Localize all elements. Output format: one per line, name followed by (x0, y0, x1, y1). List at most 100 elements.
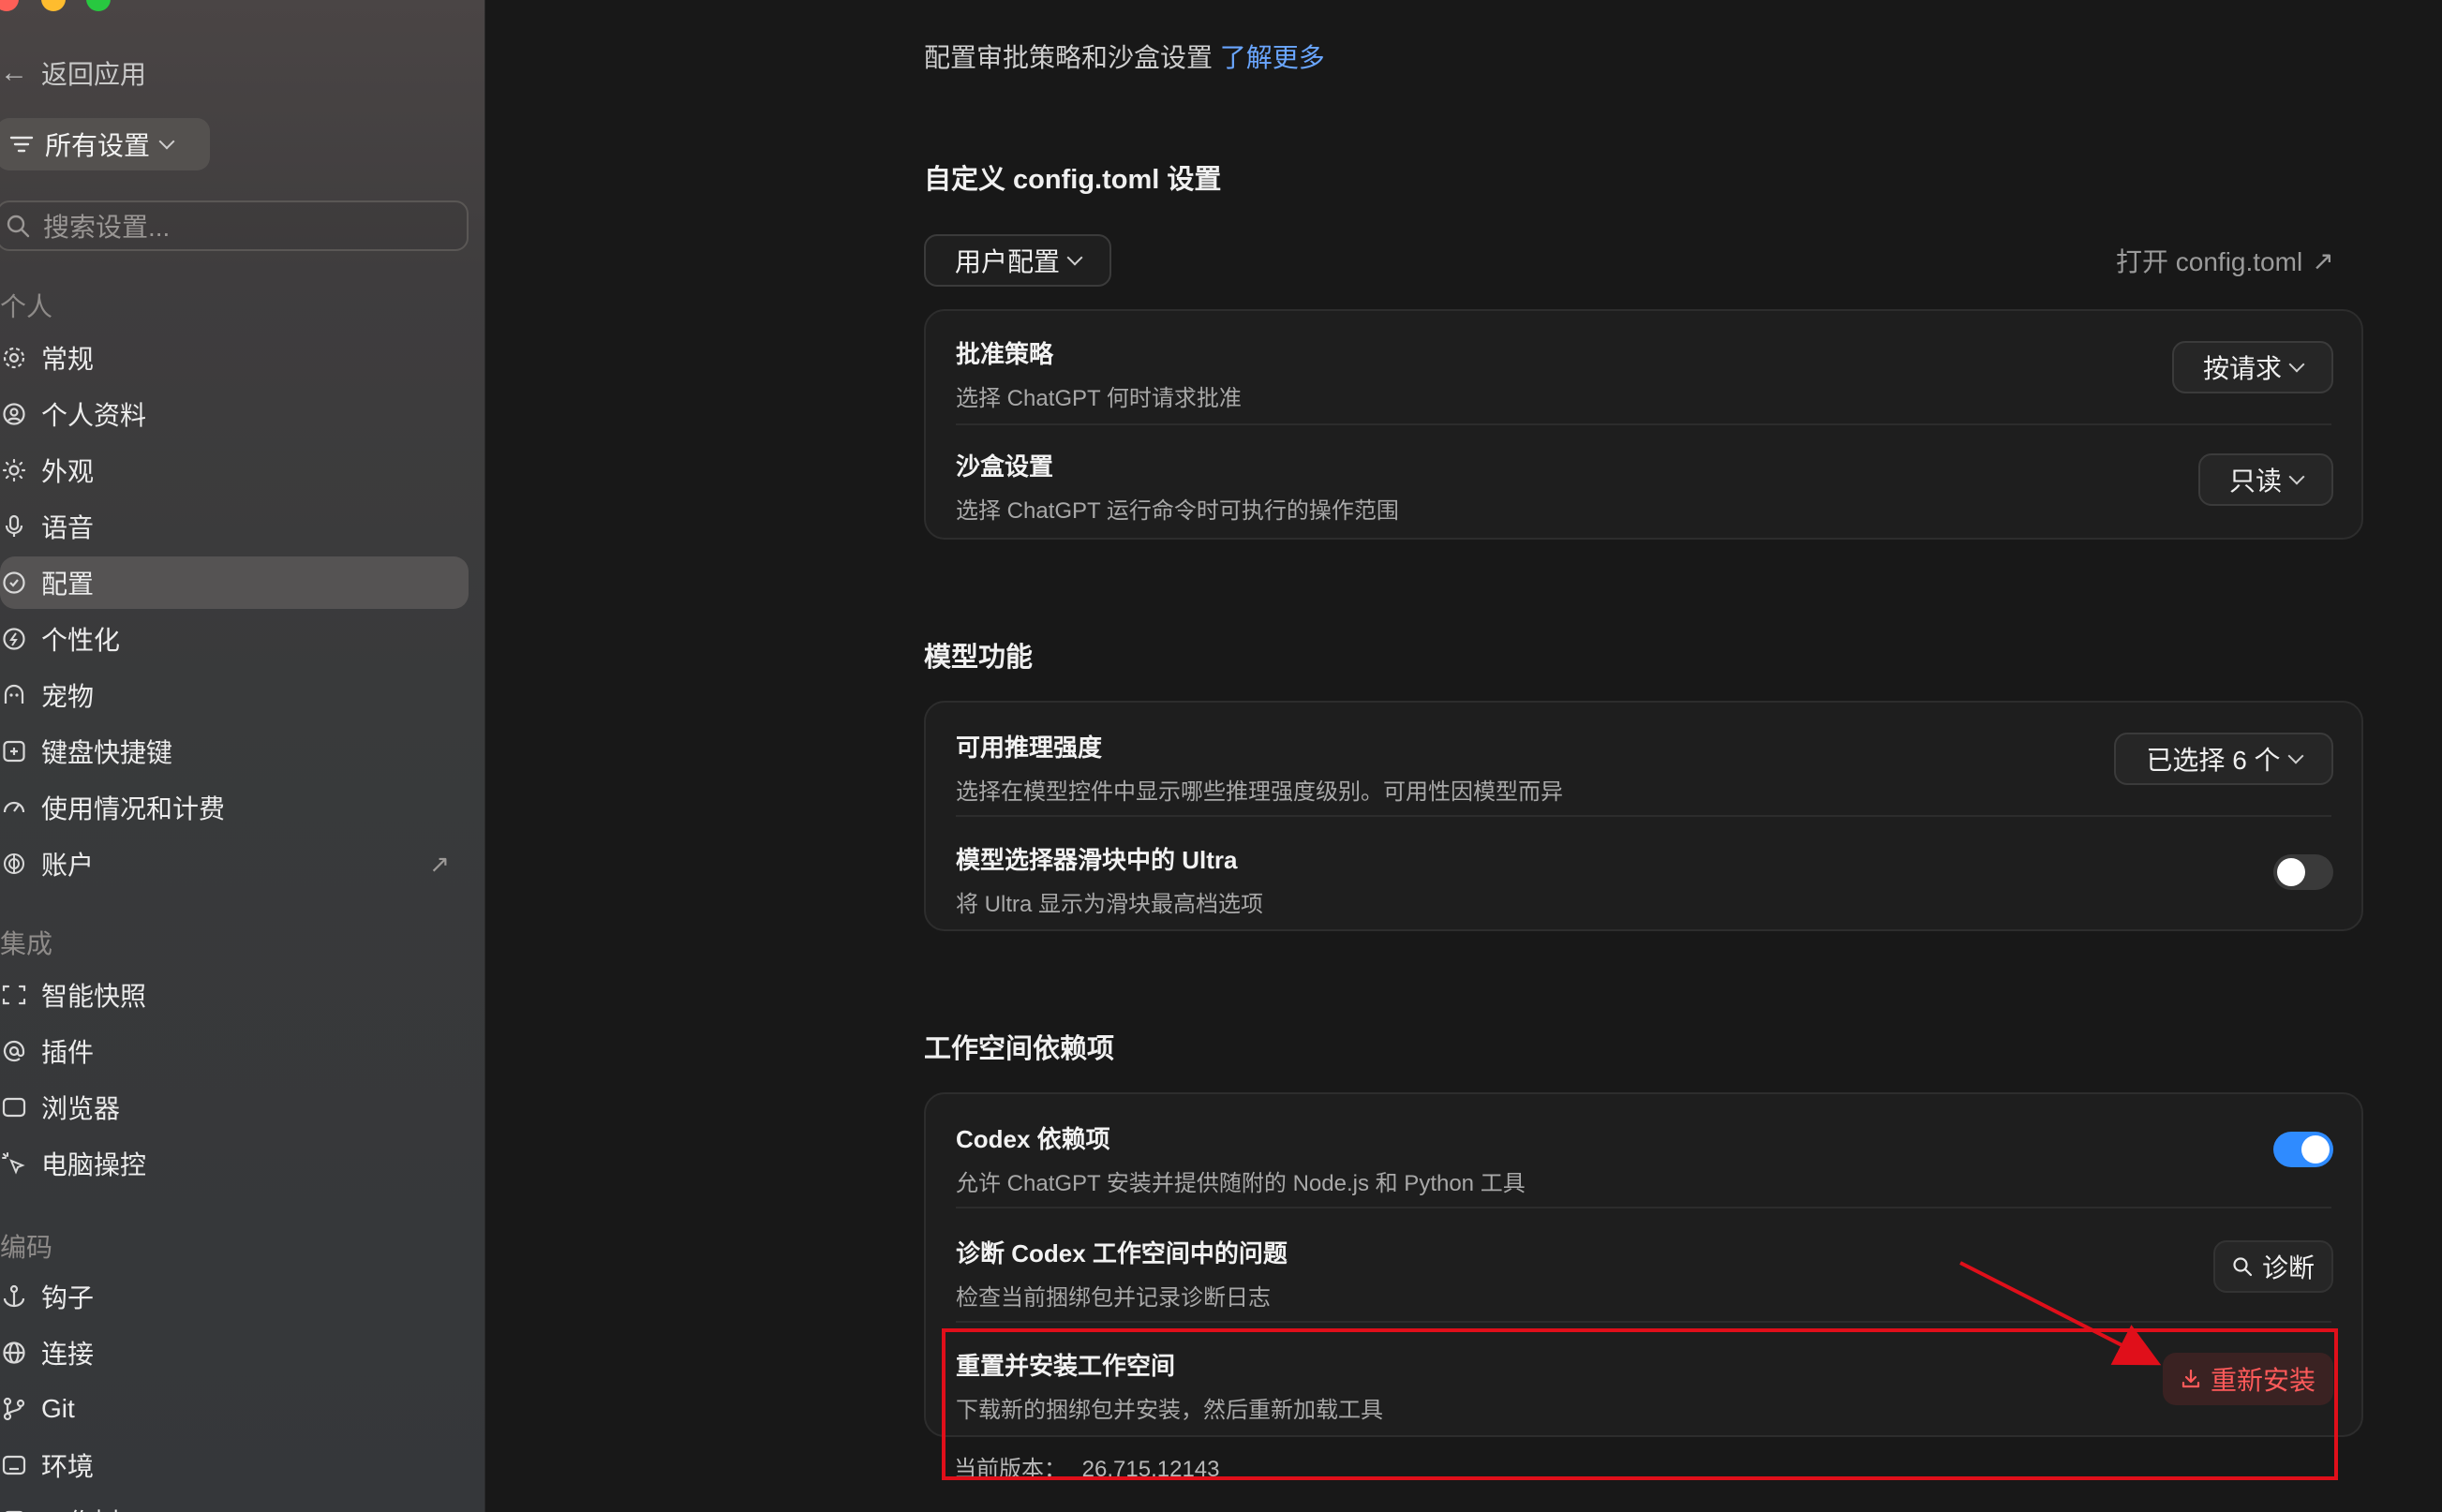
window-close-button[interactable] (0, 0, 19, 11)
divider (956, 815, 2331, 817)
sidebar-item-integrations-3[interactable]: 电脑操控 (0, 1137, 469, 1190)
search-placeholder: 搜索设置... (43, 213, 171, 242)
sidebar-item-personal-7[interactable]: 键盘快捷键 (0, 725, 469, 778)
dropdown-value: 按请求 (2202, 354, 2282, 383)
sidebar-item-integrations-0[interactable]: 智能快照 (0, 969, 469, 1021)
sidebar-item-label: 语音 (41, 513, 95, 542)
back-label: 返回应用 (41, 60, 147, 89)
sidebar-item-personal-0[interactable]: 常规 (0, 332, 469, 384)
sidebar-item-personal-6[interactable]: 宠物 (0, 669, 469, 721)
sidebar-item-coding-1[interactable]: 连接 (0, 1327, 469, 1379)
diagnose-button[interactable]: 诊断 (2213, 1240, 2333, 1293)
keyboard-icon (2, 739, 26, 763)
openai-icon (2, 852, 26, 876)
chevron-down-icon (1066, 249, 1083, 266)
sidebar-item-integrations-1[interactable]: 插件 (0, 1025, 469, 1077)
approval-policy-dropdown[interactable]: 按请求 (2172, 341, 2333, 393)
back-to-app-link[interactable]: ← 返回应用 (0, 54, 146, 92)
sidebar-item-personal-4[interactable]: 配置 (0, 556, 469, 609)
sidebar-item-personal-3[interactable]: 语音 (0, 500, 469, 553)
shield-icon (2, 571, 26, 595)
intro-text: 配置审批策略和沙盒设置 了解更多 (924, 37, 1325, 75)
open-config-link[interactable]: 打开 config.toml ↗ (2116, 242, 2334, 279)
sidebar-item-label: 环境 (41, 1452, 95, 1481)
window-minimize-button[interactable] (41, 0, 66, 11)
config-scope-label: 用户配置 (954, 247, 1060, 276)
sidebar-item-label: 钩子 (41, 1283, 95, 1312)
sidebar-item-coding-3[interactable]: 环境 (0, 1439, 469, 1491)
config-card: 批准策略 选择 ChatGPT 何时请求批准 按请求 沙盒设置 选择 ChatG… (924, 309, 2363, 540)
sidebar-item-personal-9[interactable]: 账户 ↗ (0, 838, 469, 890)
divider (956, 1207, 2331, 1208)
divider (956, 423, 2331, 425)
browser-icon (2, 1095, 26, 1119)
sidebar-item-integrations-2[interactable]: 浏览器 (0, 1081, 469, 1134)
sidebar-item-label: Git (41, 1394, 75, 1423)
codex-deps-row: Codex 依赖项 允许 ChatGPT 安装并提供随附的 Node.js 和 … (956, 1120, 2331, 1197)
screenshot-icon (2, 983, 26, 1007)
open-config-label: 打开 config.toml (2116, 247, 2303, 276)
sidebar-item-personal-5[interactable]: 个性化 (0, 613, 469, 665)
chevron-down-icon (2287, 748, 2304, 764)
sidebar-item-label: 外观 (41, 457, 95, 486)
dropdown-value: 只读 (2228, 467, 2282, 496)
annotation-arrow (1959, 1261, 2162, 1366)
window-zoom-button[interactable] (86, 0, 111, 11)
intro-description: 配置审批策略和沙盒设置 (924, 43, 1214, 72)
sidebar-item-label: 电脑操控 (41, 1150, 147, 1179)
sidebar-item-personal-8[interactable]: 使用情况和计费 (0, 781, 469, 834)
row-desc: 允许 ChatGPT 安装并提供随附的 Node.js 和 Python 工具 (956, 1171, 1526, 1196)
sidebar: ← 返回应用 所有设置 搜索设置... 个人 常规 个人资料 外观 语音 配置 个性化 宠物… (0, 0, 485, 1512)
sidebar-item-label: 使用情况和计费 (41, 794, 226, 823)
sidebar-item-label: 连接 (41, 1340, 95, 1369)
settings-search-input[interactable]: 搜索设置... (0, 200, 469, 251)
reasoning-effort-dropdown[interactable]: 已选择 6 个 (2114, 733, 2333, 785)
chevron-down-icon (2288, 356, 2305, 373)
section-label-integrations: 集成 (0, 929, 53, 958)
row-title: Codex 依赖项 (956, 1125, 1110, 1153)
globe-icon (2, 1341, 26, 1365)
external-link-icon: ↗ (2312, 245, 2334, 275)
config-scope-dropdown[interactable]: 用户配置 (924, 234, 1111, 287)
sidebar-item-personal-2[interactable]: 外观 (0, 444, 469, 497)
git-branch-icon (2, 1397, 26, 1421)
workspace-section-title: 工作空间依赖项 (924, 1034, 1115, 1064)
toggle-knob (2301, 1135, 2330, 1164)
toggle-knob (2277, 858, 2305, 886)
codex-deps-toggle[interactable] (2273, 1132, 2333, 1167)
search-icon (7, 215, 30, 238)
sidebar-item-coding-2[interactable]: Git (0, 1383, 469, 1435)
sidebar-item-label: 个性化 (41, 626, 121, 655)
sidebar-item-label: 常规 (41, 345, 95, 374)
sandbox-dropdown[interactable]: 只读 (2198, 453, 2333, 506)
search-icon (2233, 1257, 2253, 1277)
ultra-toggle[interactable] (2273, 854, 2333, 890)
dropdown-value: 已选择 6 个 (2146, 746, 2281, 775)
arrow-left-icon: ← (0, 57, 28, 88)
cursor-click-icon (2, 1151, 26, 1176)
terminal-icon (2, 1453, 26, 1477)
sidebar-item-coding-4[interactable]: 工作树 (0, 1495, 469, 1512)
row-title: 沙盒设置 (956, 452, 1054, 481)
sidebar-item-label: 宠物 (41, 682, 95, 711)
sidebar-item-label: 键盘快捷键 (41, 738, 173, 767)
sidebar-item-personal-1[interactable]: 个人资料 (0, 388, 469, 440)
chevron-down-icon (2288, 468, 2305, 485)
sidebar-item-label: 个人资料 (41, 401, 147, 430)
filter-icon (9, 136, 34, 153)
section-label-coding: 编码 (0, 1233, 53, 1262)
row-title: 模型选择器滑块中的 Ultra (956, 846, 1238, 874)
anchor-icon (2, 1284, 26, 1309)
row-title: 批准策略 (956, 340, 1054, 368)
microphone-icon (2, 514, 26, 539)
learn-more-link[interactable]: 了解更多 (1220, 43, 1325, 72)
gear-icon (2, 346, 26, 370)
all-settings-dropdown[interactable]: 所有设置 (0, 118, 210, 170)
sidebar-item-coding-0[interactable]: 钩子 (0, 1270, 469, 1323)
sidebar-item-label: 工作树 (41, 1503, 120, 1512)
sun-icon (2, 458, 26, 482)
user-circle-icon (2, 402, 26, 426)
approval-policy-row: 批准策略 选择 ChatGPT 何时请求批准 (956, 335, 2331, 412)
model-card: 可用推理强度 选择在模型控件中显示哪些推理强度级别。可用性因模型而异 已选择 6… (924, 701, 2363, 931)
sidebar-item-label: 插件 (41, 1038, 95, 1067)
